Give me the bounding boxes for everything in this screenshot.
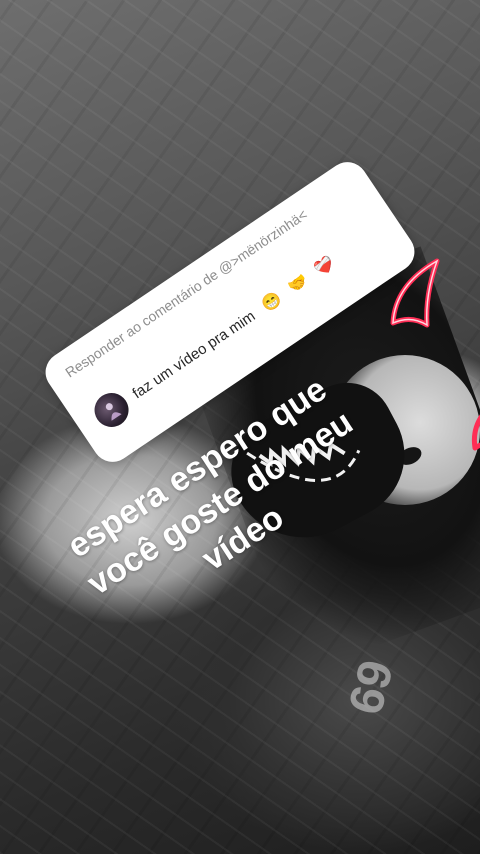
handshake-emoji: 🤝 — [285, 271, 312, 298]
mending-heart-emoji: ❤️‍🩹 — [311, 254, 338, 280]
devil-horn-right-icon — [471, 414, 480, 451]
grin-emoji: 😁 — [258, 289, 285, 315]
profile-figure-icon — [105, 403, 122, 421]
story-viewer: 69 Responder ao comentário de @>mënörzin… — [0, 0, 480, 854]
avatar[interactable] — [87, 386, 136, 434]
